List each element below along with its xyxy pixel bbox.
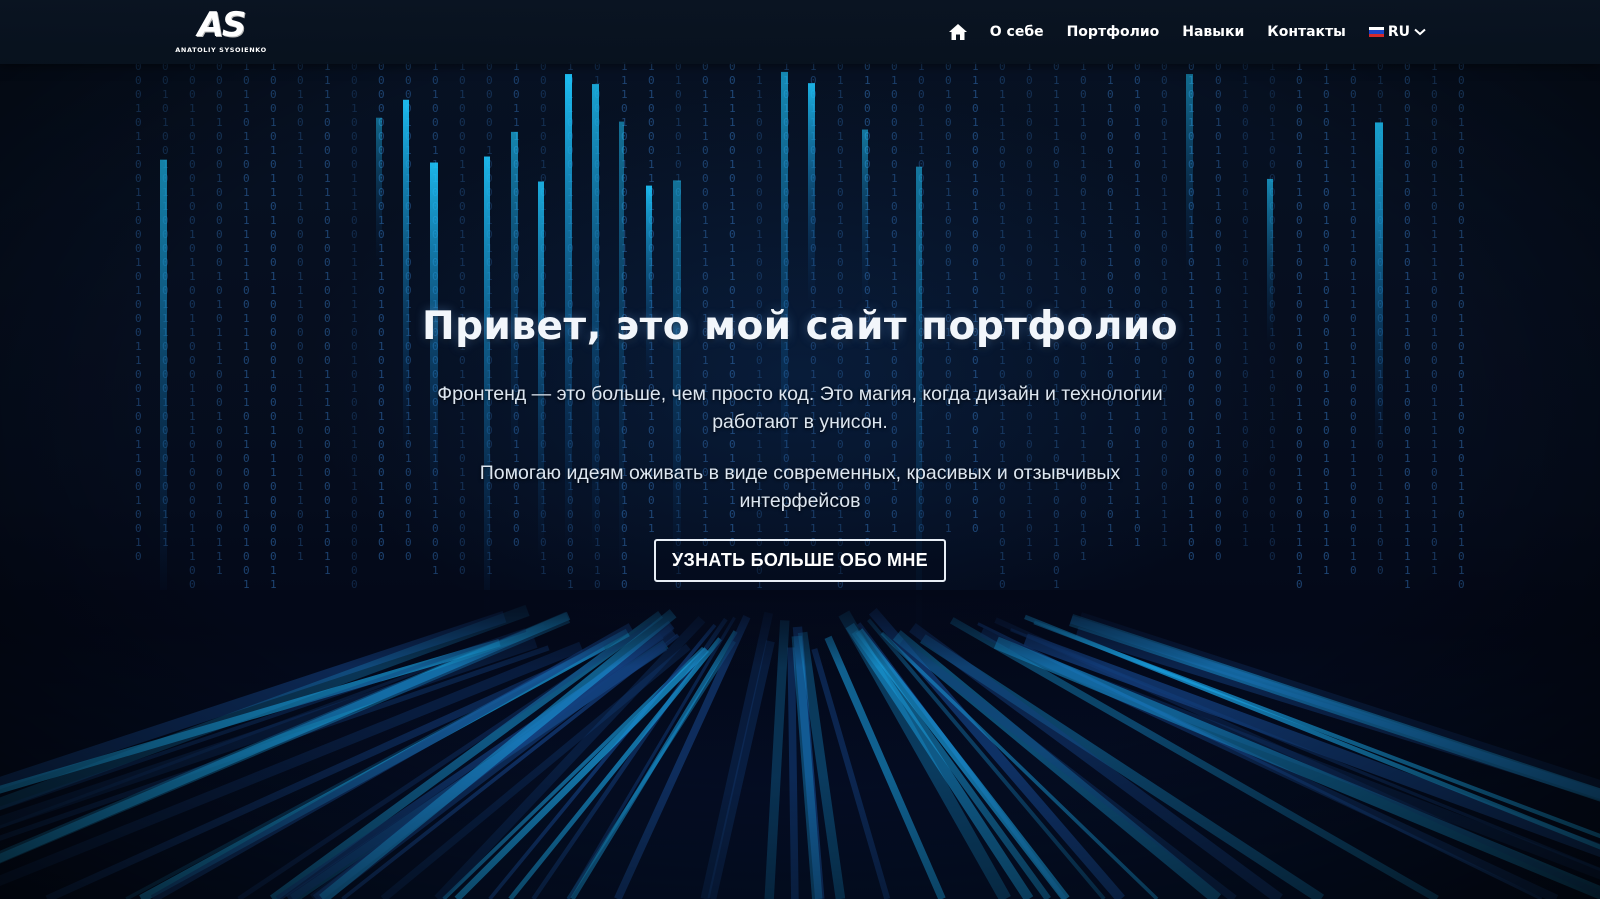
hero-section: Привет, это мой сайт портфолио Фронтенд …: [0, 296, 1600, 582]
language-label: RU: [1387, 24, 1410, 40]
nav-link-portfolio[interactable]: Портфолио: [1067, 24, 1160, 40]
nav-menu: О себе Портфолио Навыки Контакты RU: [947, 0, 1426, 64]
navbar: AS ANATOLIY SYSOIENKO О себе Портфолио Н…: [0, 0, 1600, 64]
nav-link-about[interactable]: О себе: [990, 24, 1044, 40]
logo-mark: AS: [197, 5, 247, 45]
logo-subtitle: ANATOLIY SYSOIENKO: [175, 46, 267, 54]
logo[interactable]: AS ANATOLIY SYSOIENKO: [175, 5, 267, 58]
learn-more-button[interactable]: УЗНАТЬ БОЛЬШЕ ОБО МНЕ: [654, 539, 946, 582]
hero-paragraph-2: Помогаю идеям оживать в виде современных…: [479, 462, 1121, 512]
chevron-down-icon: [1414, 28, 1426, 36]
hero-title: Привет, это мой сайт портфолио: [421, 304, 1179, 349]
hero-paragraph-1: Фронтенд — это больше, чем просто код. Э…: [437, 383, 1163, 433]
nav-link-skills[interactable]: Навыки: [1182, 24, 1244, 40]
language-switcher[interactable]: RU: [1368, 24, 1426, 40]
page: 0001011001100010100011001001100100100010…: [0, 0, 1600, 899]
nav-link-contacts[interactable]: Контакты: [1267, 24, 1346, 40]
home-icon[interactable]: [947, 21, 969, 43]
russia-flag-icon: [1368, 27, 1384, 37]
